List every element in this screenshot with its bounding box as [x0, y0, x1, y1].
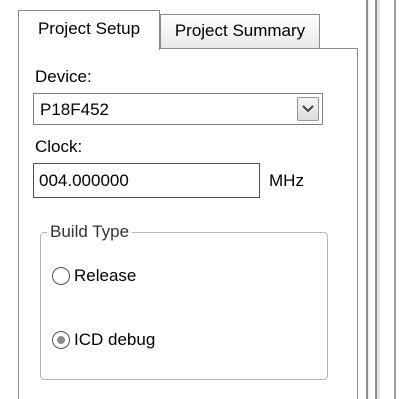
clock-units-label: MHz [269, 171, 304, 190]
tab-label: Project Setup [37, 19, 141, 38]
radio-checked-icon[interactable] [52, 331, 70, 349]
release-radio-label: Release [74, 266, 137, 285]
chevron-down-icon [302, 105, 314, 113]
tab-label: Project Summary [174, 21, 306, 40]
release-radio[interactable]: Release [52, 265, 136, 287]
project-panel: Project Setup Project Summary Device: P1… [0, 0, 414, 399]
build-type-title: Build Type [47, 222, 133, 242]
device-select[interactable]: P18F452 [33, 93, 323, 125]
clock-label: Clock: [35, 137, 83, 156]
panel-edge [394, 0, 396, 399]
clock-input[interactable] [33, 163, 260, 198]
icd-debug-radio[interactable]: ICD debug [52, 329, 155, 351]
dropdown-button[interactable] [297, 97, 319, 121]
tab-project-summary[interactable]: Project Summary [160, 14, 320, 48]
icd-debug-radio-label: ICD debug [74, 330, 156, 349]
splitter-highlight [377, 0, 380, 399]
build-type-group [40, 232, 328, 380]
device-label: Device: [35, 67, 92, 86]
device-select-value: P18F452 [40, 100, 109, 119]
radio-unchecked-icon[interactable] [52, 267, 70, 285]
panel-divider-highlight [368, 0, 370, 399]
tab-project-setup[interactable]: Project Setup [18, 10, 160, 50]
